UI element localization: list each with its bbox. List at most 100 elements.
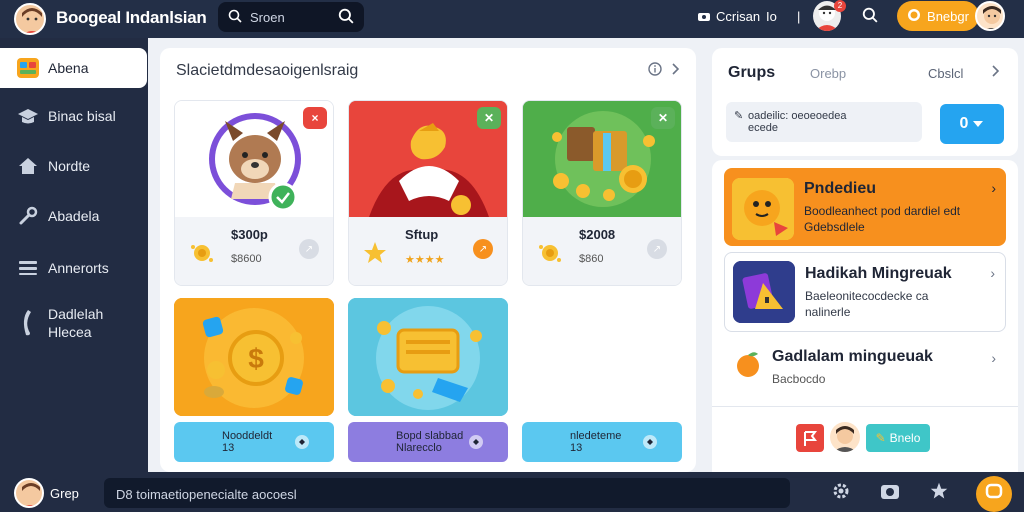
product-card[interactable]: ✕ $2008 $860 ↗ bbox=[522, 100, 682, 286]
pill-sub: Nlarecclo bbox=[396, 442, 442, 454]
groups-select-label: 0 bbox=[959, 115, 969, 132]
item-desc: Baeleonitecocdecke ca bbox=[805, 289, 929, 303]
search-submit-icon[interactable] bbox=[338, 8, 354, 27]
sidebar-item-abena[interactable]: Abena bbox=[0, 48, 147, 88]
item-title: Gadlalam mingueuak bbox=[772, 348, 933, 365]
chevron-right-icon[interactable] bbox=[992, 64, 1000, 82]
camera-button[interactable]: Ccrisan bbox=[698, 9, 760, 24]
member-avatar[interactable] bbox=[830, 422, 860, 452]
promo-card[interactable]: ✕ bbox=[348, 298, 508, 416]
card-action-icon[interactable]: ↗ bbox=[473, 239, 493, 259]
sidebar-item-sublabel: Hlecea bbox=[48, 324, 92, 340]
item-thumbnail bbox=[732, 178, 794, 240]
groups-input[interactable]: ✎ oadeilic: oeoeoedea ecede bbox=[726, 102, 922, 142]
list-item[interactable]: Gadlalam mingueuak Bacbocdo › bbox=[724, 338, 1006, 394]
chevron-down-icon bbox=[972, 115, 984, 133]
sidebar-item-label: Dadlelah bbox=[48, 306, 104, 322]
camera-icon[interactable] bbox=[880, 482, 900, 505]
star-icon bbox=[363, 241, 387, 270]
coin-icon bbox=[907, 8, 921, 25]
card-footer: $300p $8600 ↗ bbox=[175, 217, 333, 285]
pill-card[interactable]: Bopd slabbad Nlarecclo bbox=[348, 422, 508, 462]
product-card[interactable]: × $300p $8600 ↗ bbox=[174, 100, 334, 286]
groups-tab[interactable]: Orebp bbox=[810, 66, 846, 81]
user-avatar[interactable] bbox=[14, 3, 46, 35]
graduation-cap-icon bbox=[16, 104, 40, 128]
product-card[interactable]: ✕ Sftup ★★★★ ↗ bbox=[348, 100, 508, 286]
groups-panel: Grups Orebp Cbslcl ✎ oadeilic: oeoeoedea… bbox=[712, 48, 1018, 156]
item-desc: Boodleanhect pod dardiel edt bbox=[804, 204, 961, 218]
leaf-icon bbox=[16, 310, 40, 336]
pill-title: Bopd slabbad bbox=[396, 430, 464, 442]
coin-icon bbox=[189, 241, 215, 270]
star-icon[interactable] bbox=[930, 482, 948, 505]
card-subtext: $8600 bbox=[231, 253, 262, 265]
card-price: $300p bbox=[231, 227, 268, 242]
card-action-icon[interactable]: ↗ bbox=[647, 239, 667, 259]
groups-tab[interactable]: Cbslcl bbox=[928, 66, 963, 81]
close-badge[interactable]: × bbox=[303, 107, 327, 129]
chat-fab[interactable] bbox=[976, 476, 1012, 512]
bottom-bar: Grep D8 toimaetiopenecialte aocoesl bbox=[0, 472, 1024, 512]
search-input[interactable]: Sroen bbox=[218, 2, 364, 32]
top-bar: Boogeal Indanlsian Sroen Ccrisan Io | 2 … bbox=[0, 0, 1024, 38]
sidebar-item-label: Abadela bbox=[48, 208, 100, 224]
groups-input-line1: oadeilic: oeoeoedea bbox=[748, 110, 847, 122]
sidebar-item-annerorts[interactable]: Annerorts bbox=[0, 248, 148, 288]
tag-icon bbox=[642, 434, 658, 453]
chevron-right-icon: › bbox=[990, 265, 995, 281]
close-badge[interactable]: ✕ bbox=[477, 107, 501, 129]
card-price: $2008 bbox=[579, 227, 616, 242]
profile-avatar[interactable] bbox=[975, 1, 1005, 31]
card-action-icon[interactable]: ↗ bbox=[299, 239, 319, 259]
item-title: Hadikah Mingreuak bbox=[805, 265, 952, 282]
wrench-icon bbox=[16, 204, 40, 228]
list-item[interactable]: Hadikah Mingreuak Baeleonitecocdecke ca … bbox=[724, 252, 1006, 332]
item-desc: Bacbocdo bbox=[772, 372, 826, 386]
promo-card[interactable]: $ ✕ bbox=[174, 298, 334, 416]
tag-icon bbox=[468, 434, 484, 453]
chat-icon bbox=[985, 483, 1003, 506]
item-desc2: nalinerle bbox=[805, 305, 851, 319]
pill-card[interactable]: nledeteme 13 bbox=[522, 422, 682, 462]
sidebar-item-dadlelah[interactable]: Dadlelah Hlecea bbox=[0, 300, 148, 346]
gear-icon[interactable] bbox=[832, 482, 850, 505]
member-button[interactable]: ✎ Bnelo bbox=[866, 424, 930, 452]
pill-card[interactable]: Nooddeldt 13 bbox=[174, 422, 334, 462]
sidebar-item-binac[interactable]: Binac bisal bbox=[0, 96, 148, 136]
camera-label: Ccrisan bbox=[716, 9, 761, 24]
svg-text:$: $ bbox=[248, 343, 264, 374]
flag-button[interactable] bbox=[796, 424, 824, 452]
pill-sub: 13 bbox=[222, 442, 235, 454]
groups-select-button[interactable]: 0 bbox=[940, 104, 1004, 144]
primary-action-label: Bnebgr bbox=[927, 8, 969, 24]
page-title: Slacietdmdesaoigenlsraig bbox=[176, 62, 359, 79]
info-icon[interactable] bbox=[648, 62, 662, 79]
pill-title: nledeteme bbox=[570, 430, 622, 442]
close-badge[interactable]: ✕ bbox=[651, 107, 675, 129]
list-item[interactable]: Pndedieu Boodleanhect pod dardiel edt Gd… bbox=[724, 168, 1006, 246]
message-input[interactable]: D8 toimaetiopenecialte aocoesl bbox=[104, 478, 790, 508]
chevron-right-icon: › bbox=[991, 350, 996, 366]
sidebar-item-label: Abena bbox=[48, 60, 89, 76]
item-title: Pndedieu bbox=[804, 180, 877, 197]
sidebar-item-nordte[interactable]: Nordte bbox=[0, 146, 148, 186]
user-avatar[interactable] bbox=[14, 478, 44, 508]
search-icon bbox=[228, 9, 242, 26]
orange-fruit-icon bbox=[734, 350, 762, 383]
member-button-label: Bnelo bbox=[889, 431, 921, 445]
top-search-icon[interactable] bbox=[862, 7, 878, 28]
sidebar-item-label: Nordte bbox=[48, 158, 91, 174]
sidebar-item-abadela[interactable]: Abadela bbox=[0, 196, 148, 236]
sidebar-item-text: Dadlelah Hlecea bbox=[48, 305, 103, 341]
chevron-right-icon[interactable] bbox=[672, 62, 680, 79]
home-icon bbox=[16, 154, 40, 178]
sidebar-item-label: Binac bisal bbox=[48, 108, 116, 124]
groups-list: Pndedieu Boodleanhect pod dardiel edt Gd… bbox=[712, 160, 1018, 472]
item-desc2: Gdebsdlele bbox=[804, 220, 865, 234]
sidebar-item-label: Annerorts bbox=[48, 260, 109, 276]
list-icon bbox=[16, 256, 40, 280]
toolbar-separator: | bbox=[797, 9, 801, 24]
primary-action-button[interactable]: Bnebgr bbox=[897, 1, 979, 31]
tag-icon bbox=[294, 434, 310, 453]
